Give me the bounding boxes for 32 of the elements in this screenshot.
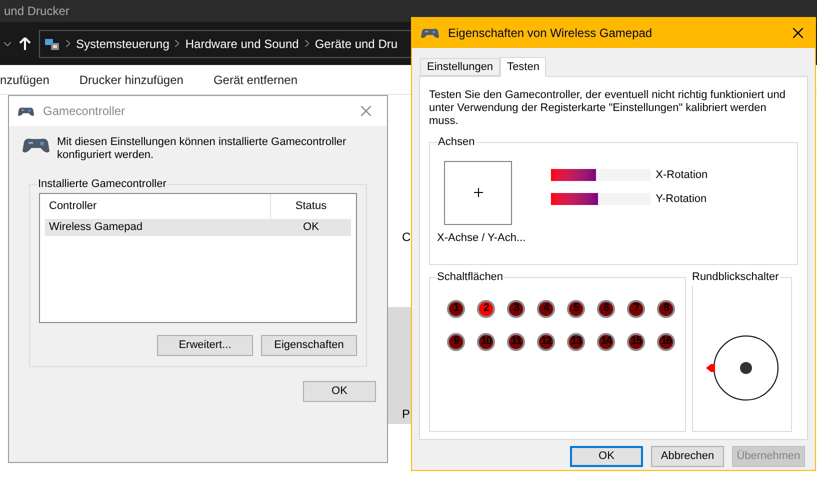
button-indicator: 13 xyxy=(567,332,585,350)
button-indicator: 6 xyxy=(597,300,615,318)
button-indicator: 7 xyxy=(627,300,645,318)
device-label: C xyxy=(402,229,411,246)
button-indicator: 16 xyxy=(657,332,675,350)
button-indicator: 5 xyxy=(567,300,585,318)
dialog-title: Eigenschaften von Wireless Gamepad xyxy=(448,25,654,42)
axis-label: X-Achse / Y-Ach... xyxy=(437,230,526,246)
button-indicator: 9 xyxy=(447,332,465,350)
controller-status: OK xyxy=(302,220,320,235)
button-indicator: 14 xyxy=(597,332,615,350)
button-indicator: 15 xyxy=(627,332,645,350)
window-title: und Drucker xyxy=(4,3,70,20)
group-label: Achsen xyxy=(437,135,476,150)
rotation-label: X-Rotation xyxy=(656,168,708,182)
group-label: Rundblickschalter xyxy=(691,270,780,285)
button-indicator: 10 xyxy=(477,332,495,350)
device-label: P xyxy=(402,406,410,423)
button-indicator: 4 xyxy=(537,300,555,318)
description-text: Testen Sie den Gamecontroller, der eventuell nicht richtig funktioniert und unter Verwendung der Registerkarte "Einstellungen" kalibriert werden muss. xyxy=(429,89,786,128)
button-indicator: 12 xyxy=(537,332,555,350)
button-indicator: 11 xyxy=(507,332,525,350)
controller-name: Wireless Gamepad xyxy=(48,220,144,235)
button-indicator: 2 xyxy=(477,300,495,318)
button-indicator: 1 xyxy=(447,300,465,318)
rotation-label: Y-Rotation xyxy=(656,192,707,207)
group-label: Schaltflächen xyxy=(436,270,504,285)
button-indicator: 3 xyxy=(507,300,525,318)
dialog-title: Gamecontroller xyxy=(43,103,126,120)
button-indicator: 8 xyxy=(657,300,675,318)
group-label: Installierte Gamecontroller xyxy=(37,177,168,192)
intro-text: Mit diesen Einstellungen können installierte Gamecontroller konfiguriert werden. xyxy=(57,136,348,162)
